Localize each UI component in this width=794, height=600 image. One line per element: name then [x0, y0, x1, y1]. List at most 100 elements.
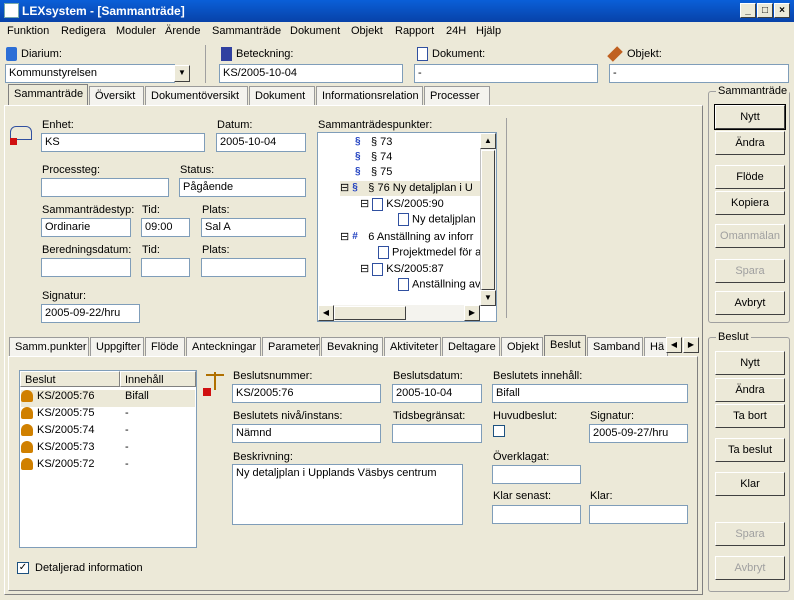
innehall-field[interactable]: Bifall: [492, 384, 688, 403]
tab-informationsrelation[interactable]: Informationsrelation: [316, 86, 423, 106]
omanmalan-button[interactable]: Omanmälan: [715, 224, 785, 248]
subtab-hand[interactable]: Hä: [644, 337, 668, 357]
beslut-andra-button[interactable]: Ändra: [715, 378, 785, 402]
tree-vscroll-thumb[interactable]: [481, 150, 495, 290]
tab-processer[interactable]: Processer: [424, 86, 490, 106]
close-button[interactable]: ×: [774, 3, 790, 18]
subtab-samband[interactable]: Samband: [587, 337, 643, 357]
tree-item[interactable]: Anställning av: [398, 278, 481, 293]
beslut-klar-button[interactable]: Klar: [715, 472, 785, 496]
decision-icon: [21, 458, 33, 471]
subtab-bevakning[interactable]: Bevakning: [321, 337, 383, 357]
subtab-deltagare[interactable]: Deltagare: [442, 337, 500, 357]
diarium-dropdown-icon[interactable]: ▼: [174, 65, 190, 82]
detaljerad-checkbox[interactable]: ✓: [17, 562, 29, 574]
plats-field[interactable]: Sal A: [201, 218, 306, 237]
menu-24h[interactable]: 24H: [446, 25, 466, 37]
menu-objekt[interactable]: Objekt: [351, 25, 383, 37]
menu-dokument[interactable]: Dokument: [290, 25, 340, 37]
niva-field[interactable]: Nämnd: [232, 424, 381, 443]
list-item[interactable]: KS/2005:72-: [21, 458, 195, 475]
dokument-field[interactable]: -: [414, 64, 598, 83]
tree-item[interactable]: ⊟ KS/2005:87: [360, 262, 444, 277]
tree-item[interactable]: § § 73: [355, 136, 392, 151]
menu-redigera[interactable]: Redigera: [61, 25, 106, 37]
beslut-nytt-button[interactable]: Nytt: [715, 351, 785, 375]
beslutsnummer-field[interactable]: KS/2005:76: [232, 384, 381, 403]
berednings-field[interactable]: [41, 258, 131, 277]
avbryt-button[interactable]: Avbryt: [715, 291, 785, 315]
subtab-samm-punkter[interactable]: Samm.punkter: [9, 337, 89, 357]
subtab-objekt[interactable]: Objekt: [501, 337, 543, 357]
huvudbeslut-checkbox[interactable]: [493, 425, 505, 437]
beslut-tabort-button[interactable]: Ta bort: [715, 404, 785, 428]
tab-dokument[interactable]: Dokument: [249, 86, 315, 106]
flode-button[interactable]: Flöde: [715, 165, 785, 189]
beskrivning-textarea[interactable]: Ny detaljplan i Upplands Väsbys centrum: [232, 464, 463, 525]
andra-button[interactable]: Ändra: [715, 131, 785, 155]
beslut-signatur-field[interactable]: 2005-09-27/hru: [589, 424, 688, 443]
tab-scroll-right-icon[interactable]: ▶: [683, 337, 699, 353]
signatur-field[interactable]: 2005-09-22/hru: [41, 304, 140, 323]
subtab-flode[interactable]: Flöde: [145, 337, 185, 357]
menu-sammantrade[interactable]: Sammanträde: [212, 25, 281, 37]
status-field[interactable]: Pågående: [179, 178, 306, 197]
tree-hscroll-thumb[interactable]: [334, 306, 406, 320]
subtab-aktiviteter[interactable]: Aktiviteter: [384, 337, 441, 357]
kopiera-button[interactable]: Kopiera: [715, 191, 785, 215]
scroll-left-icon[interactable]: ◀: [318, 305, 334, 321]
objekt-label: Objekt:: [627, 48, 662, 60]
subtab-beslut[interactable]: Beslut: [544, 335, 586, 357]
maximize-button[interactable]: □: [757, 3, 773, 18]
plats2-field[interactable]: [201, 258, 306, 277]
subtab-uppgifter[interactable]: Uppgifter: [90, 337, 144, 357]
list-item-selected[interactable]: KS/2005:76 Bifall: [21, 390, 195, 407]
spara-button[interactable]: Spara: [715, 259, 785, 283]
menu-funktion[interactable]: Funktion: [7, 25, 49, 37]
tree-item[interactable]: ⊟ #6 Anställning av inforr: [340, 230, 473, 245]
list-item[interactable]: KS/2005:75-: [21, 407, 195, 424]
tid-field[interactable]: 09:00: [141, 218, 190, 237]
subtab-anteckningar[interactable]: Anteckningar: [186, 337, 261, 357]
objekt-field[interactable]: -: [609, 64, 789, 83]
list-header-beslut[interactable]: Beslut: [20, 371, 120, 387]
tidsbegransat-field[interactable]: [392, 424, 482, 443]
tree-item-selected[interactable]: ⊟ § § 76 Ny detaljplan i U: [340, 181, 480, 196]
typ-field[interactable]: Ordinarie: [41, 218, 131, 237]
tree-item[interactable]: Projektmedel för a: [378, 246, 481, 261]
tree-item[interactable]: ⊟ KS/2005:90: [360, 197, 444, 212]
datum-field[interactable]: 2005-10-04: [216, 133, 306, 152]
menu-hjalp[interactable]: Hjälp: [476, 25, 501, 37]
subtab-parameter[interactable]: Parameter: [262, 337, 320, 357]
list-header-innehall[interactable]: Innehåll: [120, 371, 196, 387]
beslut-avbryt-button[interactable]: Avbryt: [715, 556, 785, 580]
tree-item[interactable]: § § 74: [355, 151, 392, 166]
minimize-button[interactable]: _: [740, 3, 756, 18]
tid2-field[interactable]: [141, 258, 190, 277]
diarium-select[interactable]: Kommunstyrelsen: [5, 64, 175, 83]
tab-oversikt[interactable]: Översikt: [89, 86, 144, 106]
tree-item[interactable]: Ny detaljplan: [398, 213, 476, 228]
list-item[interactable]: KS/2005:74-: [21, 424, 195, 441]
klar-senast-field[interactable]: [492, 505, 581, 524]
scroll-down-icon[interactable]: ▼: [480, 290, 496, 306]
ta-beslut-button[interactable]: Ta beslut: [715, 438, 785, 462]
nytt-button[interactable]: Nytt: [714, 104, 786, 130]
beslutsdatum-field[interactable]: 2005-10-04: [392, 384, 482, 403]
klar-field[interactable]: [589, 505, 688, 524]
tab-scroll-left-icon[interactable]: ◀: [666, 337, 682, 353]
scroll-up-icon[interactable]: ▲: [480, 133, 496, 149]
beslut-spara-button[interactable]: Spara: [715, 522, 785, 546]
processteg-field[interactable]: [41, 178, 169, 197]
tab-dokumentoversikt[interactable]: Dokumentöversikt: [145, 86, 248, 106]
beteckning-field[interactable]: KS/2005-10-04: [219, 64, 403, 83]
tree-item[interactable]: § § 75: [355, 166, 392, 181]
overklagat-field[interactable]: [492, 465, 581, 484]
scroll-right-icon[interactable]: ▶: [464, 305, 480, 321]
list-item[interactable]: KS/2005:73-: [21, 441, 195, 458]
menu-moduler[interactable]: Moduler: [116, 25, 156, 37]
menu-arende[interactable]: Ärende: [165, 25, 200, 37]
tab-sammantrade[interactable]: Sammanträde: [8, 84, 88, 106]
menu-rapport[interactable]: Rapport: [395, 25, 434, 37]
enhet-field[interactable]: KS: [41, 133, 205, 152]
